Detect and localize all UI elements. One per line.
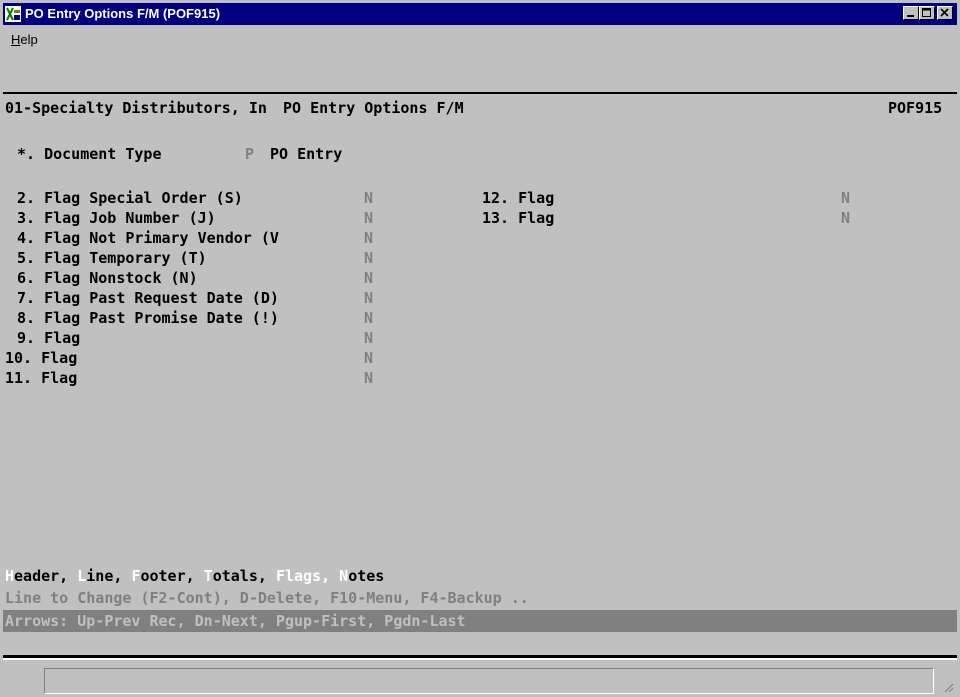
section-notes[interactable]: otes	[348, 567, 384, 585]
menu-bar: Help	[3, 26, 957, 56]
flag-label: 4. Flag Not Primary Vendor (V	[17, 229, 279, 247]
close-button[interactable]	[937, 6, 953, 20]
section-line-key[interactable]: L	[77, 567, 86, 585]
section-flags[interactable]: Flags,	[276, 567, 330, 585]
flag-value[interactable]: N	[364, 188, 373, 208]
screen-title: PO Entry Options F/M	[283, 99, 464, 117]
flag-value[interactable]: N	[364, 228, 373, 248]
company-name: 01-Specialty Distributors, In	[5, 99, 267, 117]
flag-value[interactable]: N	[841, 188, 850, 208]
flag-label: 12. Flag	[482, 189, 555, 207]
message-field	[44, 668, 934, 694]
flag-label: 7. Flag Past Request Date (D)	[17, 289, 279, 307]
flag-value[interactable]: N	[364, 328, 373, 348]
flag-value[interactable]: N	[364, 268, 373, 288]
program-code: POF915	[888, 99, 943, 117]
flag-label: 3. Flag Job Number (J)	[17, 209, 216, 227]
app-icon[interactable]	[5, 6, 21, 22]
title-bar[interactable]: PO Entry Options F/M (POF915)	[3, 3, 957, 25]
flag-value[interactable]: N	[841, 208, 850, 228]
flag-label: 6. Flag Nonstock (N)	[17, 269, 198, 287]
status-bar: Arrows: Up-Prev Rec, Dn-Next, Pgup-First…	[3, 610, 957, 632]
maximize-icon	[922, 8, 931, 17]
command-prompt[interactable]: Line to Change (F2-Cont), D-Delete, F10-…	[5, 588, 529, 608]
menu-help-mnemonic: H	[11, 32, 21, 47]
document-type-label: *. Document Type	[17, 145, 162, 163]
application-window: PO Entry Options F/M (POF915) Help 01-Sp…	[0, 0, 960, 697]
section-line[interactable]: ine,	[86, 567, 122, 585]
flag-label: 8. Flag Past Promise Date (!)	[17, 309, 279, 327]
minimize-button[interactable]	[903, 6, 919, 20]
flag-value[interactable]: N	[364, 288, 373, 308]
flag-label: 9. Flag	[17, 329, 81, 347]
flag-value[interactable]: N	[364, 248, 373, 268]
section-notes-key[interactable]: N	[339, 567, 348, 585]
terminal-screen: 01-Specialty Distributors, In PO Entry O…	[3, 94, 957, 636]
close-icon	[940, 8, 949, 17]
status-text: Arrows: Up-Prev Rec, Dn-Next, Pgup-First…	[5, 612, 466, 630]
flag-value[interactable]: N	[364, 368, 373, 388]
flag-value[interactable]: N	[364, 208, 373, 228]
menu-help[interactable]: Help	[11, 32, 38, 47]
window-title: PO Entry Options F/M (POF915)	[25, 6, 221, 21]
flag-label: 11. Flag	[5, 369, 78, 387]
section-header[interactable]: eader,	[14, 567, 68, 585]
bottom-separator-highlight	[3, 658, 957, 660]
document-type-desc: PO Entry	[270, 145, 343, 163]
flag-label: 5. Flag Temporary (T)	[17, 249, 207, 267]
document-type-code[interactable]: P	[245, 144, 254, 164]
section-totals-key[interactable]: T	[204, 567, 213, 585]
resize-grip-icon[interactable]	[942, 681, 954, 693]
flag-label: 10. Flag	[5, 349, 78, 367]
section-header-key[interactable]: H	[5, 567, 14, 585]
maximize-button[interactable]	[919, 6, 935, 20]
section-totals[interactable]: otals,	[213, 567, 267, 585]
flag-value[interactable]: N	[364, 348, 373, 368]
menu-help-label: elp	[20, 32, 38, 47]
flag-label: 2. Flag Special Order (S)	[17, 189, 243, 207]
flag-label: 13. Flag	[482, 209, 555, 227]
section-menu: Header, Line, Footer, Totals, Flags, Not…	[5, 566, 384, 586]
section-footer[interactable]: ooter,	[140, 567, 194, 585]
flag-value[interactable]: N	[364, 308, 373, 328]
minimize-icon	[907, 15, 914, 17]
